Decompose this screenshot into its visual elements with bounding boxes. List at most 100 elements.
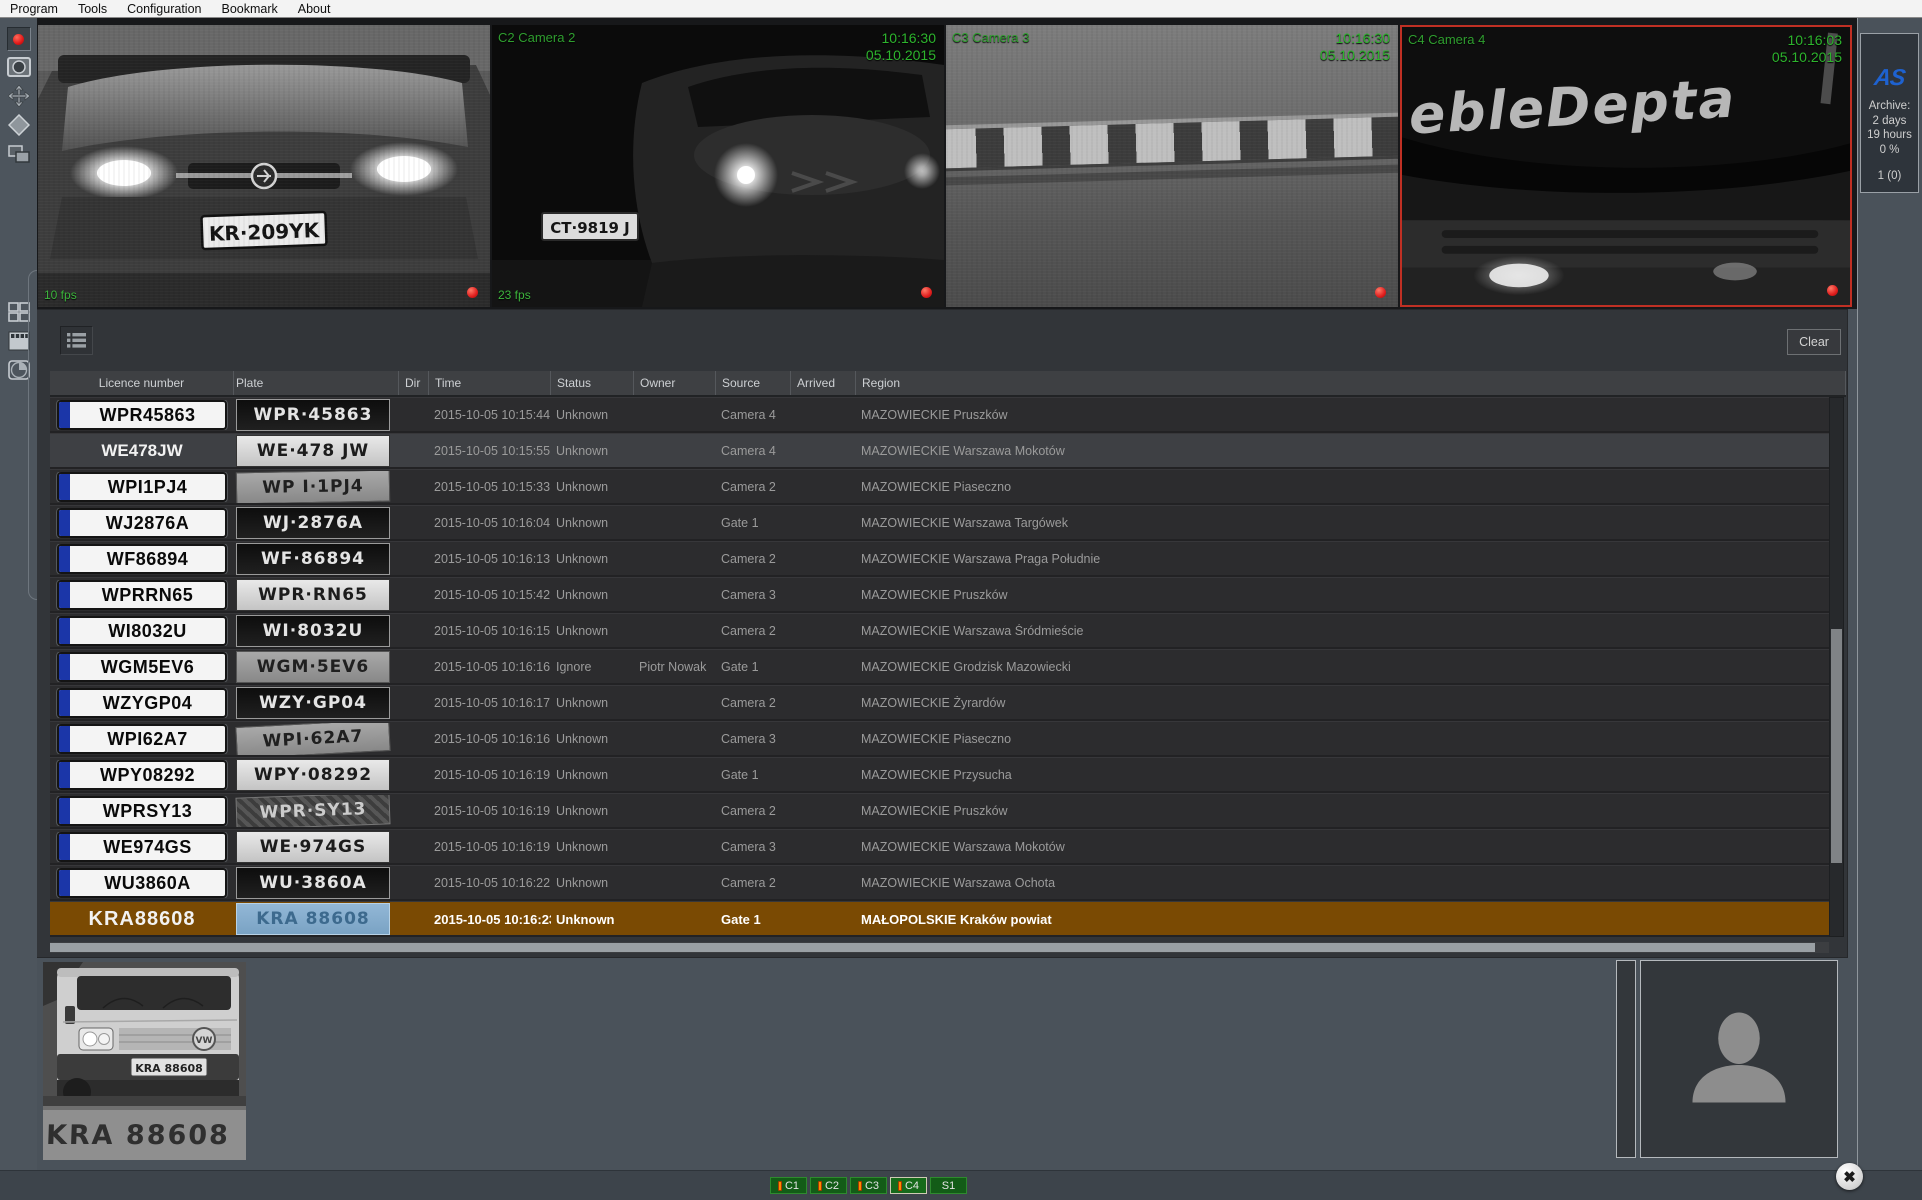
cell-licence-number: WPR45863 (50, 400, 234, 430)
cell-time: 2015-10-05 10:15:44 (429, 408, 551, 422)
vehicle-snapshot-image: VW KRA 88608 KRA 88608 (43, 962, 246, 1160)
table-row[interactable]: WPI1PJ4 WP I·1PJ4 2015-10-05 10:15:33 Un… (50, 469, 1829, 505)
zone-button[interactable] (5, 112, 32, 138)
person-silhouette-icon (1641, 961, 1837, 1157)
column-header-region[interactable]: Region (856, 371, 1846, 395)
table-row[interactable]: WI8032U WI·8032U 2015-10-05 10:16:15 Unk… (50, 613, 1829, 649)
archive-lines: Archive:2 days19 hours0 % (1861, 99, 1918, 157)
camera-2-view[interactable]: CT·9819 J C2 Camera 2 10:16:30 05.10.201… (492, 25, 944, 307)
status-indicator-c4[interactable]: C4 (890, 1177, 927, 1194)
camera-1-view[interactable]: KR·209YK 10 fps (38, 25, 490, 307)
camera-4-date: 05.10.2015 (1772, 49, 1842, 66)
eu-strip-icon (59, 654, 70, 680)
camera-4-view[interactable]: ebleDepta C4 Camera 4 10:16:03 05.10.201… (1400, 25, 1852, 307)
camera-3-label: C3 Camera 3 (952, 30, 1029, 45)
column-header-arrived[interactable]: Arrived (791, 371, 856, 395)
menu-item-tools[interactable]: Tools (68, 1, 117, 17)
cell-plate: WPI·62A7 (234, 723, 399, 755)
menu-item-about[interactable]: About (288, 1, 341, 17)
table-row[interactable]: WE974GS WE·974GS 2015-10-05 10:16:19 Unk… (50, 829, 1829, 865)
status-indicator-c2[interactable]: C2 (810, 1177, 847, 1194)
cell-source: Camera 2 (716, 876, 791, 890)
cell-source: Camera 3 (716, 732, 791, 746)
licence-number-text: WPI62A7 (70, 729, 225, 750)
cell-time: 2015-10-05 10:16:16 (429, 660, 551, 674)
horizontal-scrollbar[interactable] (50, 942, 1829, 953)
licence-plate-badge: WGM5EV6 (57, 652, 227, 682)
archive-line: 0 % (1861, 143, 1918, 158)
status-indicator-label: C1 (785, 1180, 799, 1192)
layout-button[interactable] (5, 141, 32, 167)
list-view-button[interactable] (60, 326, 93, 355)
table-row[interactable]: WPY08292 WPY·08292 2015-10-05 10:16:19 U… (50, 757, 1829, 793)
eu-strip-icon (59, 510, 70, 536)
camera-view-button[interactable] (5, 54, 32, 80)
menu-item-bookmark[interactable]: Bookmark (211, 1, 287, 17)
table-row[interactable]: KRA88608 KRA 88608 2015-10-05 10:16:23 U… (50, 901, 1829, 937)
table-row[interactable]: WU3860A WU·3860A 2015-10-05 10:16:22 Unk… (50, 865, 1829, 901)
table-row[interactable]: WZYGP04 WZY·GP04 2015-10-05 10:16:17 Unk… (50, 685, 1829, 721)
column-header-licence-number[interactable]: Licence number (50, 371, 234, 395)
cell-plate: WI·8032U (234, 615, 399, 647)
menu-item-program[interactable]: Program (0, 1, 68, 17)
column-header-owner[interactable]: Owner (634, 371, 716, 395)
cell-source: Camera 4 (716, 408, 791, 422)
cell-region: MAZOWIECKIE Przysucha (856, 768, 1829, 782)
status-indicator-label: S1 (942, 1180, 955, 1192)
eu-strip-icon (59, 582, 70, 608)
column-header-source[interactable]: Source (716, 371, 791, 395)
cell-status: Unknown (551, 768, 634, 782)
column-header-plate[interactable]: Plate (234, 371, 399, 395)
cell-region: MAZOWIECKIE Pruszków (856, 408, 1829, 422)
cell-status: Unknown (551, 804, 634, 818)
table-row[interactable]: WPI62A7 WPI·62A7 2015-10-05 10:16:16 Unk… (50, 721, 1829, 757)
plate-image: WE·974GS (236, 831, 390, 863)
camera-1-plate-text: KR·209YK (209, 218, 321, 246)
status-indicator-s1[interactable]: S1 (930, 1177, 967, 1194)
camera-4-timestamp: 10:16:03 05.10.2015 (1772, 32, 1842, 66)
horizontal-scrollbar-thumb[interactable] (50, 943, 1815, 952)
cell-source: Camera 2 (716, 696, 791, 710)
vehicle-snapshot[interactable]: VW KRA 88608 KRA 88608 (43, 962, 246, 1160)
table-row[interactable]: WPRRN65 WPR·RN65 2015-10-05 10:15:42 Unk… (50, 577, 1829, 613)
cell-source: Camera 2 (716, 804, 791, 818)
column-header-time[interactable]: Time (429, 371, 551, 395)
table-row[interactable]: WJ2876A WJ·2876A 2015-10-05 10:16:04 Unk… (50, 505, 1829, 541)
table-row[interactable]: WPR45863 WPR·45863 2015-10-05 10:15:44 U… (50, 397, 1829, 433)
signal-icon (858, 1181, 862, 1191)
record-button[interactable] (7, 27, 31, 51)
column-header-dir[interactable]: Dir (399, 371, 429, 395)
status-indicator-c3[interactable]: C3 (850, 1177, 887, 1194)
move-button[interactable] (5, 83, 32, 109)
plate-image: WPI·62A7 (235, 723, 390, 755)
cell-status: Unknown (551, 408, 634, 422)
cell-time: 2015-10-05 10:16:04 (429, 516, 551, 530)
cell-source: Gate 1 (716, 768, 791, 782)
cell-status: Unknown (551, 624, 634, 638)
camera-2-date: 05.10.2015 (866, 47, 936, 64)
plate-image: WPY·08292 (236, 759, 390, 791)
licence-number-text: WE478JW (50, 441, 234, 461)
menu-item-configuration[interactable]: Configuration (117, 1, 211, 17)
camera-3-view[interactable]: C3 Camera 3 10:16:30 05.10.2015 (946, 25, 1398, 307)
cell-plate: KRA 88608 (234, 903, 399, 935)
table-row[interactable]: WF86894 WF·86894 2015-10-05 10:16:13 Unk… (50, 541, 1829, 577)
camera-strip: KR·209YK 10 fps (37, 18, 1857, 309)
column-header-status[interactable]: Status (551, 371, 634, 395)
right-sidebar: AS Archive:2 days19 hours0 % 1 (0) (1857, 18, 1922, 1200)
plate-image: WPR·45863 (236, 399, 390, 431)
camera-2-image: CT·9819 J (492, 25, 944, 307)
status-indicator-c1[interactable]: C1 (770, 1177, 807, 1194)
vertical-scrollbar-thumb[interactable] (1831, 629, 1842, 863)
camera-1-recording-indicator (467, 287, 478, 298)
clear-button[interactable]: Clear (1787, 329, 1841, 355)
vertical-scrollbar[interactable] (1829, 397, 1844, 937)
table-row[interactable]: WPRSY13 WPR·SY13 2015-10-05 10:16:19 Unk… (50, 793, 1829, 829)
close-button[interactable]: ✖ (1836, 1163, 1863, 1190)
licence-plate-badge: WI8032U (57, 616, 227, 646)
table-row[interactable]: WE478JW WE·478 JW 2015-10-05 10:15:55 Un… (50, 433, 1829, 469)
van-plate-text: KRA 88608 (135, 1062, 203, 1075)
results-panel: Clear Licence numberPlateDirTimeStatusOw… (31, 309, 1848, 958)
table-row[interactable]: WGM5EV6 WGM·5EV6 2015-10-05 10:16:16 Ign… (50, 649, 1829, 685)
cell-licence-number: WF86894 (50, 544, 234, 574)
